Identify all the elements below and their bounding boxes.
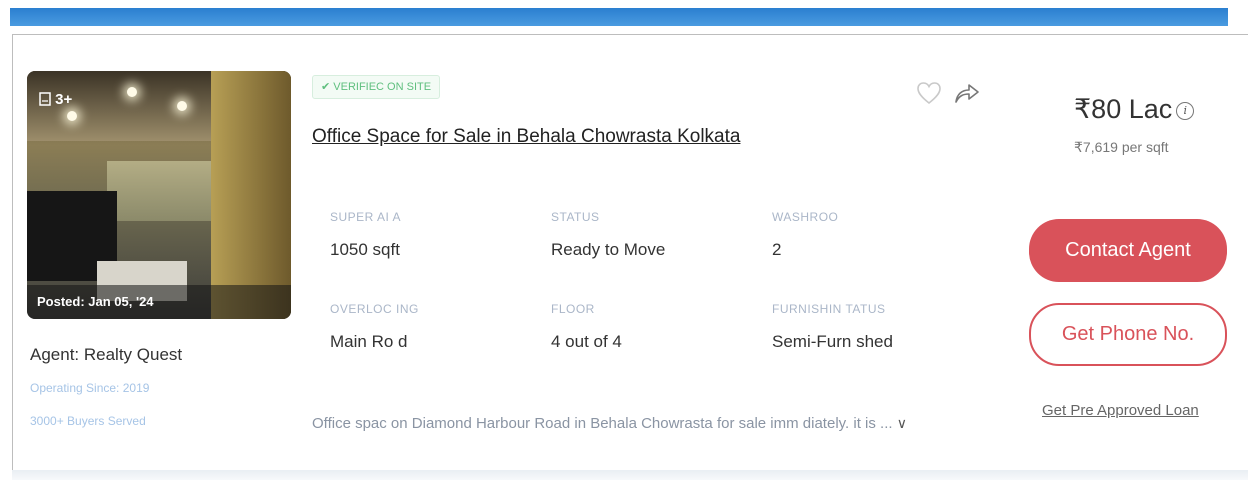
photo-window <box>107 161 217 221</box>
get-phone-button[interactable]: Get Phone No. <box>1029 303 1227 366</box>
detail-label-floor: FLOOR <box>551 302 595 316</box>
detail-label-status: STATUS <box>551 210 600 224</box>
photo-count-value: 3+ <box>55 91 73 108</box>
listing-photo[interactable]: 3+ Posted: Jan 05, '24 <box>27 71 291 319</box>
share-icon[interactable] <box>952 80 980 106</box>
verified-badge: ✔ VERIFIEC ON SITE <box>312 75 441 99</box>
photo-light <box>67 111 77 121</box>
listing-title[interactable]: Office Space for Sale in Behala Chowrast… <box>312 126 740 148</box>
photo-count: 3+ <box>39 91 72 108</box>
heart-icon[interactable] <box>916 80 942 106</box>
detail-value-furnishing: Semi-Furn shed <box>772 332 893 351</box>
detail-value-status: Ready to Move <box>551 240 666 259</box>
detail-value-overlooking: Main Ro d <box>330 332 408 351</box>
price-value: ₹80 Lac <box>1074 94 1173 124</box>
detail-value-floor: 4 out of 4 <box>551 332 622 351</box>
detail-label-washroom: WASHROO <box>772 210 839 224</box>
next-card-edge <box>12 470 1248 480</box>
price-per-sqft: ₹7,619 per sqft <box>1074 139 1169 155</box>
description-text: Office spac on Diamond Harbour Road in B… <box>312 415 893 432</box>
photo-light <box>177 101 187 111</box>
detail-label-super-area: SUPER AI A <box>330 210 402 224</box>
price: ₹80 Lac i <box>1074 94 1195 125</box>
contact-agent-button[interactable]: Contact Agent <box>1029 219 1227 282</box>
detail-label-overlooking: OVERLOC ING <box>330 302 419 316</box>
listing-description[interactable]: Office spac on Diamond Harbour Road in B… <box>312 415 907 432</box>
detail-label-furnishing: FURNISHIN TATUS <box>772 302 886 316</box>
photo-light <box>127 87 137 97</box>
photo-wall <box>211 71 291 319</box>
pre-approved-loan-link[interactable]: Get Pre Approved Loan <box>1042 402 1199 419</box>
image-icon <box>39 92 51 106</box>
agent-operating-since: Operating Since: 2019 <box>30 381 150 395</box>
agent-name[interactable]: Agent: Realty Quest <box>30 345 182 365</box>
detail-value-washroom: 2 <box>772 240 782 259</box>
chevron-down-icon[interactable]: ∨ <box>897 415 907 431</box>
detail-value-super-area: 1050 sqft <box>330 240 400 259</box>
info-icon[interactable]: i <box>1176 101 1195 120</box>
agent-buyers-served: 3000+ Buyers Served <box>30 414 146 428</box>
header-bar <box>10 8 1228 26</box>
posted-date: Posted: Jan 05, '24 <box>27 285 291 319</box>
